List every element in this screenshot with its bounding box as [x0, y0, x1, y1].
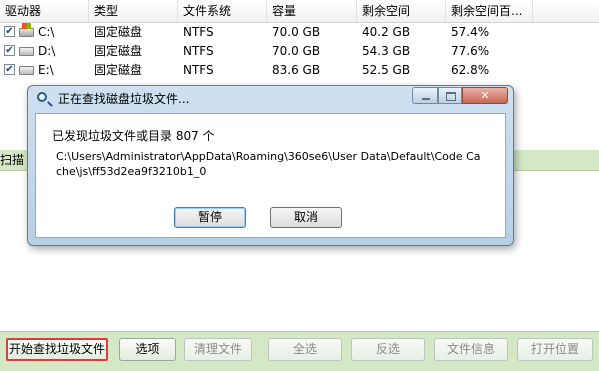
drive-free-space: 52.5 GB — [362, 63, 411, 77]
drive-filesystem: NTFS — [183, 44, 214, 58]
column-header-drive[interactable]: 驱动器 — [0, 0, 89, 22]
drive-capacity: 83.6 GB — [272, 63, 321, 77]
current-scan-path: C:\Users\Administrator\AppData\Roaming\3… — [56, 150, 481, 178]
window-controls: ✕ — [412, 87, 508, 105]
hard-drive-icon — [19, 47, 34, 56]
drive-letter: E:\ — [38, 63, 54, 77]
table-header: 驱动器 类型 文件系统 容量 剩余空间 剩余空间百... — [0, 0, 599, 23]
drive-filesystem: NTFS — [183, 25, 214, 39]
table-row[interactable]: ✔ C:\ 固定磁盘 NTFS 70.0 GB 40.2 GB 57.4% — [0, 23, 599, 42]
start-scan-button[interactable]: 开始查找垃圾文件 — [6, 338, 108, 361]
file-info-button[interactable]: 文件信息 — [434, 338, 508, 361]
scan-results-label: 扫描 — [0, 153, 25, 167]
dialog-titlebar[interactable]: 正在查找磁盘垃圾文件... ✕ — [28, 86, 513, 113]
drive-free-space: 54.3 GB — [362, 44, 411, 58]
open-location-button[interactable]: 打开位置 — [517, 338, 593, 361]
dialog-title: 正在查找磁盘垃圾文件... — [58, 92, 190, 106]
hard-drive-icon — [19, 66, 34, 75]
drive-capacity: 70.0 GB — [272, 44, 321, 58]
table-row[interactable]: ✔ E:\ 固定磁盘 NTFS 83.6 GB 52.5 GB 62.8% — [0, 61, 599, 80]
cancel-button[interactable]: 取消 — [270, 207, 342, 228]
drive-letter: C:\ — [38, 25, 55, 39]
system-drive-icon — [19, 23, 34, 37]
column-header-type[interactable]: 类型 — [89, 0, 178, 22]
column-header-filesystem[interactable]: 文件系统 — [178, 0, 267, 22]
dialog-body: 已发现垃圾文件或目录 807 个 C:\Users\Administrator\… — [35, 113, 506, 238]
drive-free-percent: 62.8% — [451, 63, 490, 77]
column-header-free-percent[interactable]: 剩余空间百... — [446, 0, 533, 22]
options-button[interactable]: 选项 — [119, 338, 176, 361]
search-icon — [37, 92, 47, 102]
found-count-text: 已发现垃圾文件或目录 807 个 — [52, 129, 215, 143]
minimize-button[interactable] — [412, 87, 438, 104]
table-row[interactable]: ✔ D:\ 固定磁盘 NTFS 70.0 GB 54.3 GB 77.6% — [0, 42, 599, 61]
drive-type: 固定磁盘 — [94, 25, 143, 39]
drive-free-percent: 77.6% — [451, 44, 490, 58]
maximize-button[interactable] — [438, 87, 462, 104]
close-icon: ✕ — [480, 89, 490, 102]
drive-free-space: 40.2 GB — [362, 25, 411, 39]
drive-letter: D:\ — [38, 44, 56, 58]
scan-progress-dialog: 正在查找磁盘垃圾文件... ✕ 已发现垃圾文件或目录 807 个 C:\User… — [27, 85, 514, 246]
invert-selection-button[interactable]: 反选 — [351, 338, 425, 361]
column-header-free-space[interactable]: 剩余空间 — [357, 0, 446, 22]
select-all-button[interactable]: 全选 — [268, 338, 342, 361]
drive-checkbox[interactable]: ✔ — [4, 64, 15, 75]
column-header-capacity[interactable]: 容量 — [267, 0, 357, 22]
pause-button[interactable]: 暂停 — [174, 207, 246, 228]
drive-capacity: 70.0 GB — [272, 25, 321, 39]
drive-filesystem: NTFS — [183, 63, 214, 77]
clean-files-button[interactable]: 清理文件 — [184, 338, 252, 361]
drive-type: 固定磁盘 — [94, 44, 143, 58]
drive-type: 固定磁盘 — [94, 63, 143, 77]
drive-free-percent: 57.4% — [451, 25, 490, 39]
drive-checkbox[interactable]: ✔ — [4, 26, 15, 37]
drive-checkbox[interactable]: ✔ — [4, 45, 15, 56]
close-button[interactable]: ✕ — [462, 87, 508, 104]
